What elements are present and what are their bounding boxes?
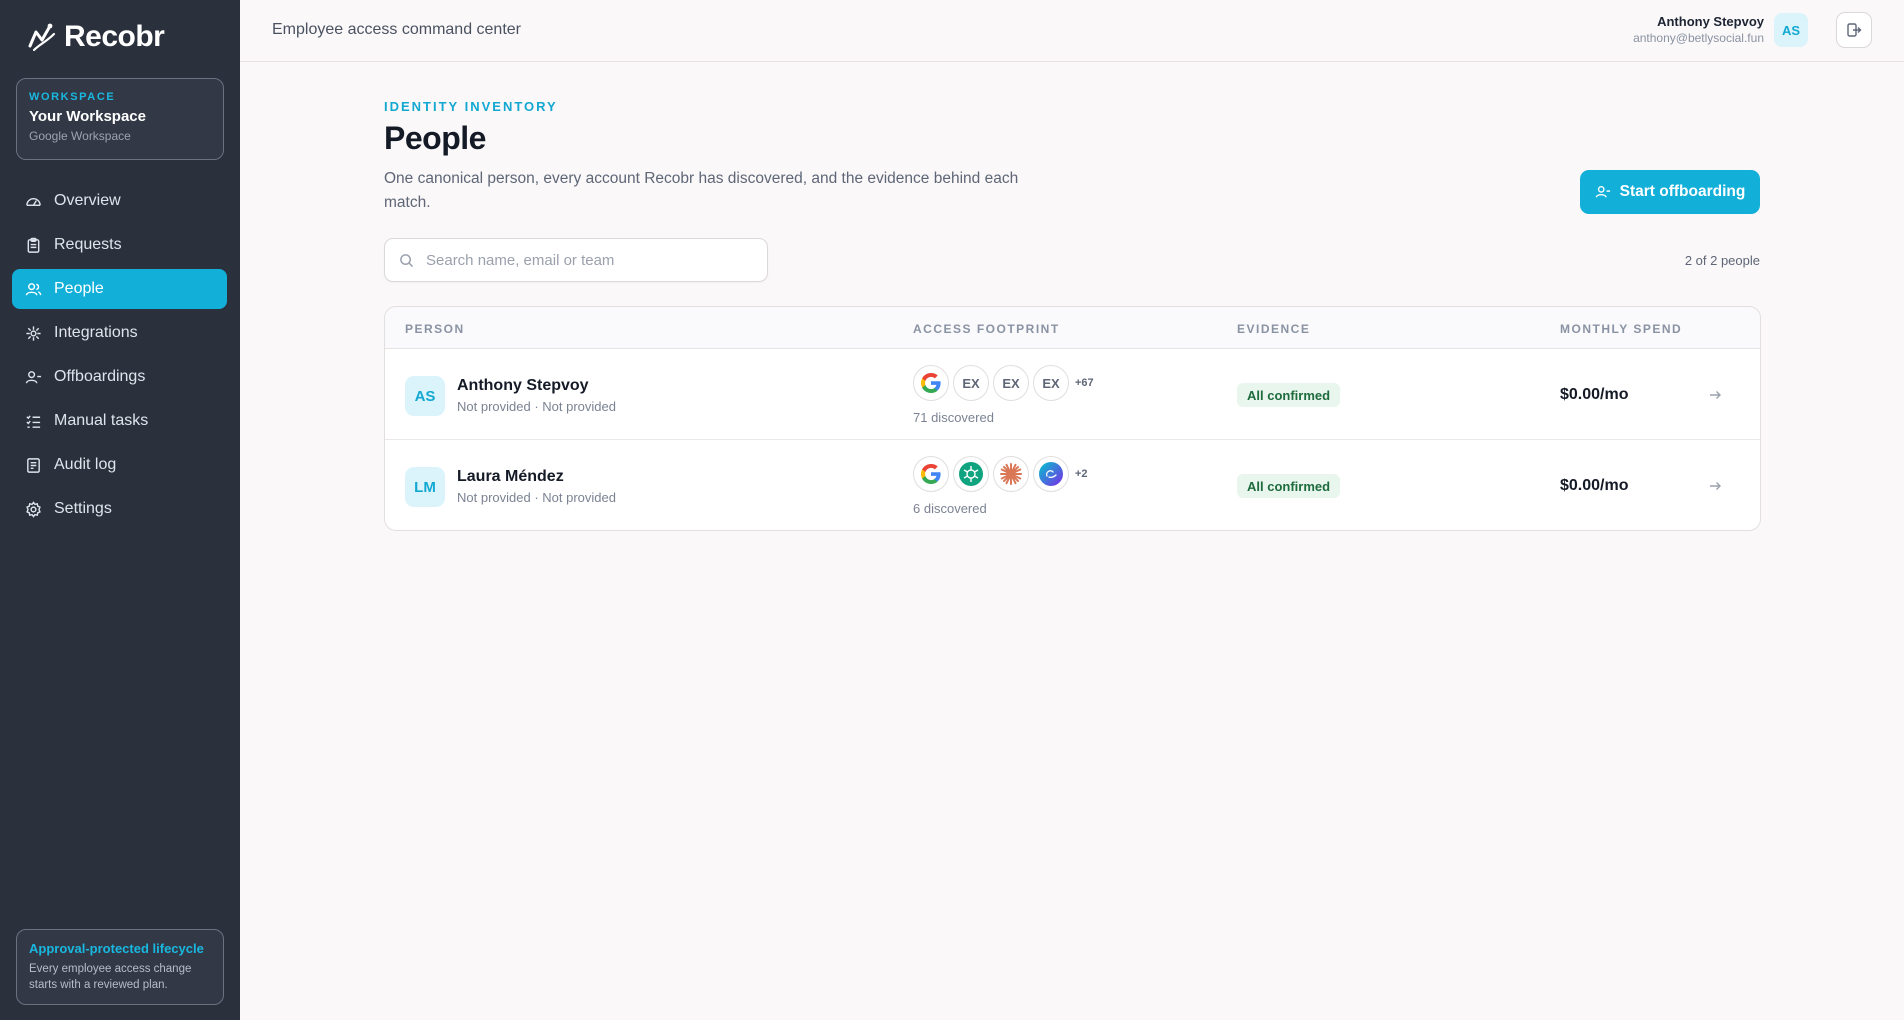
status-badge: All confirmed	[1237, 383, 1341, 407]
start-offboarding-button[interactable]: Start offboarding	[1580, 170, 1760, 214]
sidebar-item-label: Manual tasks	[54, 412, 149, 429]
claude-icon	[993, 456, 1029, 492]
person-subtitle: Not provided · Not provided	[457, 399, 616, 414]
user-minus-icon	[1595, 185, 1610, 198]
logout-button[interactable]	[1836, 12, 1872, 48]
users-icon	[24, 280, 42, 298]
sidebar-item-offboardings[interactable]: Offboardings	[12, 357, 227, 397]
sidebar-item-requests[interactable]: Requests	[12, 225, 227, 265]
workspace-provider: Google Workspace	[29, 129, 131, 143]
discovered-count: 6 discovered	[913, 501, 987, 516]
openai-icon	[953, 456, 989, 492]
promo-text: Every employee access change starts with…	[29, 963, 192, 991]
discovered-count: 71 discovered	[913, 410, 994, 425]
sidebar-item-people[interactable]: People	[12, 269, 227, 309]
page-title: People	[384, 120, 486, 156]
recobr-logo-icon	[28, 23, 56, 52]
sidebar-item-settings[interactable]: Settings	[12, 489, 227, 529]
status-badge: All confirmed	[1237, 474, 1341, 498]
gear-icon	[24, 500, 42, 518]
log-icon	[24, 456, 42, 474]
sidebar: Recobr WORKSPACE Your Workspace Google W…	[0, 0, 240, 1020]
promo-title: Approval-protected lifecycle	[29, 941, 204, 956]
column-evidence[interactable]: EVIDENCE	[1237, 322, 1310, 336]
brand-name: Recobr	[64, 20, 165, 53]
gauge-icon	[24, 192, 42, 210]
sidebar-item-label: Audit log	[54, 456, 117, 473]
sidebar-item-manual-tasks[interactable]: Manual tasks	[12, 401, 227, 441]
monthly-spend: $0.00/mo	[1560, 477, 1629, 494]
user-name: Anthony Stepvoy	[1657, 14, 1764, 29]
page-kicker: IDENTITY INVENTORY	[384, 99, 558, 114]
access-footprint: EX EX EX +67	[913, 365, 1094, 401]
monthly-spend: $0.00/mo	[1560, 386, 1629, 403]
topbar: Employee access command center Anthony S…	[240, 0, 1904, 62]
logout-icon	[1847, 23, 1862, 37]
workspace-kicker: WORKSPACE	[29, 91, 116, 103]
people-search	[384, 238, 768, 282]
user-minus-icon	[24, 368, 42, 386]
search-icon	[400, 253, 414, 267]
app-badge-ex: EX	[953, 365, 989, 401]
google-icon	[913, 365, 949, 401]
arrow-right-icon[interactable]	[1705, 476, 1725, 496]
column-access-footprint[interactable]: ACCESS FOOTPRINT	[913, 322, 1060, 336]
current-user: Anthony Stepvoy anthony@betlysocial.fun	[1633, 14, 1764, 45]
brand-logo[interactable]: Recobr	[24, 20, 165, 54]
sidebar-item-integrations[interactable]: Integrations	[12, 313, 227, 353]
sidebar-item-label: Integrations	[54, 324, 138, 341]
user-email: anthony@betlysocial.fun	[1633, 31, 1764, 45]
canva-icon	[1033, 456, 1069, 492]
sidebar-item-overview[interactable]: Overview	[12, 181, 227, 221]
topbar-title: Employee access command center	[272, 21, 521, 38]
app-badge-ex: EX	[1033, 365, 1069, 401]
clipboard-icon	[24, 236, 42, 254]
table-row[interactable]: AS Anthony Stepvoy Not provided · Not pr…	[385, 349, 1760, 440]
people-count: 2 of 2 people	[1684, 253, 1760, 268]
sidebar-item-label: Requests	[54, 236, 122, 253]
access-footprint: +2	[913, 456, 1088, 492]
person-name: Anthony Stepvoy	[457, 377, 589, 394]
more-apps-count: +67	[1075, 377, 1094, 389]
avatar[interactable]: AS	[1774, 13, 1808, 47]
list-check-icon	[24, 412, 42, 430]
table-row[interactable]: LM Laura Méndez Not provided · Not provi…	[385, 440, 1760, 530]
arrow-right-icon[interactable]	[1705, 385, 1725, 405]
sidebar-nav: Overview Requests People Integrations Of…	[12, 181, 227, 533]
person-name: Laura Méndez	[457, 468, 564, 485]
workspace-switcher[interactable]: WORKSPACE Your Workspace Google Workspac…	[16, 78, 224, 160]
search-input[interactable]	[426, 251, 746, 269]
start-offboarding-label: Start offboarding	[1619, 183, 1746, 200]
avatar: LM	[405, 467, 445, 507]
page-description: One canonical person, every account Reco…	[384, 170, 1019, 211]
workspace-name: Your Workspace	[29, 108, 146, 125]
column-monthly-spend[interactable]: MONTHLY SPEND	[1560, 322, 1682, 336]
app-badge-ex: EX	[993, 365, 1029, 401]
people-table: PERSON ACCESS FOOTPRINT EVIDENCE MONTHLY…	[384, 306, 1761, 531]
sidebar-item-audit-log[interactable]: Audit log	[12, 445, 227, 485]
google-icon	[913, 456, 949, 492]
person-subtitle: Not provided · Not provided	[457, 490, 616, 505]
plug-icon	[24, 324, 42, 342]
column-person[interactable]: PERSON	[405, 322, 465, 336]
more-apps-count: +2	[1075, 468, 1088, 480]
sidebar-item-label: People	[54, 280, 104, 297]
sidebar-item-label: Offboardings	[54, 368, 146, 385]
sidebar-item-label: Settings	[54, 500, 112, 517]
table-header: PERSON ACCESS FOOTPRINT EVIDENCE MONTHLY…	[385, 307, 1760, 349]
avatar: AS	[405, 376, 445, 416]
lifecycle-promo-card: Approval-protected lifecycle Every emplo…	[16, 929, 224, 1005]
sidebar-item-label: Overview	[54, 192, 121, 209]
